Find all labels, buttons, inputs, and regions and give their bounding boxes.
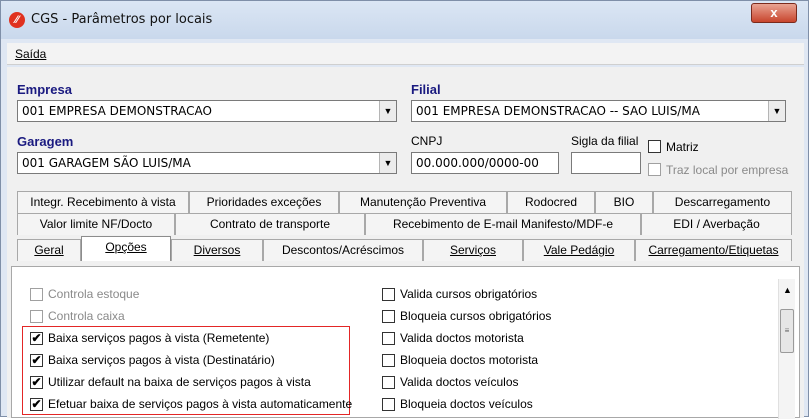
filial-value: 001 EMPRESA DEMONSTRACAO -- SAO LUIS/MA	[416, 104, 700, 118]
baixa-destinatario-checkbox[interactable]: ✔	[30, 354, 43, 367]
sigla-field[interactable]	[571, 152, 641, 174]
garagem-value: 001 GARAGEM SÃO LUIS/MA	[22, 156, 191, 170]
efetuar-baixa-checkbox[interactable]: ✔	[30, 398, 43, 411]
chevron-down-icon[interactable]: ▼	[379, 101, 396, 121]
tab-manutencao-preventiva[interactable]: Manutenção Preventiva	[339, 191, 507, 213]
tab-integr-recebimento[interactable]: Integr. Recebimento à vista	[17, 191, 189, 213]
garagem-select[interactable]: 001 GARAGEM SÃO LUIS/MA ▼	[17, 152, 397, 174]
tab-vale-pedagio[interactable]: Vale Pedágio	[523, 239, 635, 261]
sigla-label: Sigla da filial	[571, 134, 639, 148]
tab-vale-pedagio-label: Vale Pedágio	[543, 243, 615, 257]
tab-servicos-label: Serviços	[449, 243, 496, 257]
chevron-down-icon[interactable]: ▼	[768, 101, 785, 121]
tab-prioridades-excecoes[interactable]: Prioridades exceções	[189, 191, 339, 213]
bloqueia-cursos-checkbox[interactable]	[382, 310, 395, 323]
vertical-scrollbar[interactable]: ▲ ≡	[778, 279, 795, 419]
empresa-select[interactable]: 001 EMPRESA DEMONSTRACAO ▼	[17, 100, 397, 122]
empresa-label: Empresa	[17, 82, 72, 97]
tab-opcoes[interactable]: Opções	[81, 236, 171, 261]
cnpj-field[interactable]: 00.000.000/0000-00	[411, 152, 559, 174]
tab-row-2: Valor limite NF/Docto Contrato de transp…	[7, 213, 804, 235]
tab-edi-averbacao[interactable]: EDI / Averbação	[641, 213, 792, 235]
controla-estoque-label: Controla estoque	[48, 287, 140, 301]
main-content: Empresa 001 EMPRESA DEMONSTRACAO ▼ Filia…	[7, 67, 804, 419]
filial-select[interactable]: 001 EMPRESA DEMONSTRACAO -- SAO LUIS/MA …	[411, 100, 786, 122]
tab-rodocred[interactable]: Rodocred	[507, 191, 595, 213]
cnpj-value: 00.000.000/0000-00	[416, 156, 539, 170]
title-bar: ⁄⁄ CGS - Parâmetros por locais x	[1, 1, 808, 39]
utilizar-default-label: Utilizar default na baixa de serviços pa…	[48, 375, 311, 389]
baixa-remetente-label: Baixa serviços pagos à vista (Remetente)	[48, 331, 270, 345]
bloqueia-doctos-veiculos-label: Bloqueia doctos veículos	[400, 397, 533, 411]
valida-cursos-checkbox[interactable]	[382, 288, 395, 301]
tab-valor-limite-nf[interactable]: Valor limite NF/Docto	[17, 213, 175, 235]
tab-row-3: Geral Opções Diversos Descontos/Acréscim…	[7, 236, 804, 261]
close-button[interactable]: x	[751, 3, 797, 23]
menu-bar: Saída	[7, 43, 804, 65]
chevron-down-icon[interactable]: ▼	[379, 153, 396, 173]
tab-geral-label: Geral	[34, 243, 64, 257]
controla-caixa-label: Controla caixa	[48, 309, 125, 323]
bloqueia-doctos-motorista-label: Bloqueia doctos motorista	[400, 353, 539, 367]
tab-descontos-acrescimos[interactable]: Descontos/Acréscimos	[263, 239, 423, 261]
menu-item-saida[interactable]: Saída	[15, 47, 46, 61]
controla-estoque-checkbox[interactable]	[30, 288, 43, 301]
tab-diversos[interactable]: Diversos	[171, 239, 263, 261]
traz-local-checkbox[interactable]	[648, 163, 661, 176]
tab-diversos-label: Diversos	[193, 243, 241, 257]
garagem-label: Garagem	[17, 134, 74, 149]
efetuar-baixa-label: Efetuar baixa de serviços pagos à vista …	[48, 397, 353, 411]
matriz-checkbox[interactable]	[648, 140, 661, 153]
empresa-value: 001 EMPRESA DEMONSTRACAO	[22, 104, 212, 118]
valida-doctos-veiculos-label: Valida doctos veículos	[400, 375, 519, 389]
baixa-remetente-checkbox[interactable]: ✔	[30, 332, 43, 345]
tab-carregamento-etiquetas[interactable]: Carregamento/Etiquetas	[635, 239, 792, 261]
tab-opcoes-label: Opções	[105, 240, 147, 254]
filial-label: Filial	[411, 82, 441, 97]
scroll-up-icon[interactable]: ▲	[779, 283, 796, 297]
matriz-label: Matriz	[666, 140, 699, 154]
app-window: ⁄⁄ CGS - Parâmetros por locais x Saída E…	[0, 0, 809, 419]
valida-doctos-motorista-label: Valida doctos motorista	[400, 331, 524, 345]
options-panel: Controla estoque Controla caixa ✔ Baixa …	[11, 266, 800, 419]
valida-doctos-veiculos-checkbox[interactable]	[382, 376, 395, 389]
app-logo-icon: ⁄⁄	[9, 12, 25, 28]
tab-geral[interactable]: Geral	[17, 239, 81, 261]
tab-servicos[interactable]: Serviços	[423, 239, 523, 261]
bloqueia-cursos-label: Bloqueia cursos obrigatórios	[400, 309, 552, 323]
traz-local-label: Traz local por empresa	[666, 163, 789, 177]
cnpj-label: CNPJ	[411, 134, 443, 148]
baixa-destinatario-label: Baixa serviços pagos à vista (Destinatár…	[48, 353, 275, 367]
valida-cursos-label: Valida cursos obrigatórios	[400, 287, 538, 301]
window-title: CGS - Parâmetros por locais	[31, 12, 213, 27]
tab-descarregamento[interactable]: Descarregamento	[653, 191, 792, 213]
tab-recebimento-email[interactable]: Recebimento de E-mail Manifesto/MDF-e	[365, 213, 641, 235]
bloqueia-doctos-motorista-checkbox[interactable]	[382, 354, 395, 367]
controla-caixa-checkbox[interactable]	[30, 310, 43, 323]
scroll-thumb[interactable]: ≡	[780, 309, 794, 353]
tab-carregamento-label: Carregamento/Etiquetas	[648, 243, 779, 257]
tab-bio[interactable]: BIO	[595, 191, 653, 213]
tab-contrato-transporte[interactable]: Contrato de transporte	[175, 213, 365, 235]
tab-row-1: Integr. Recebimento à vista Prioridades …	[7, 191, 804, 213]
bloqueia-doctos-veiculos-checkbox[interactable]	[382, 398, 395, 411]
valida-doctos-motorista-checkbox[interactable]	[382, 332, 395, 345]
utilizar-default-checkbox[interactable]: ✔	[30, 376, 43, 389]
